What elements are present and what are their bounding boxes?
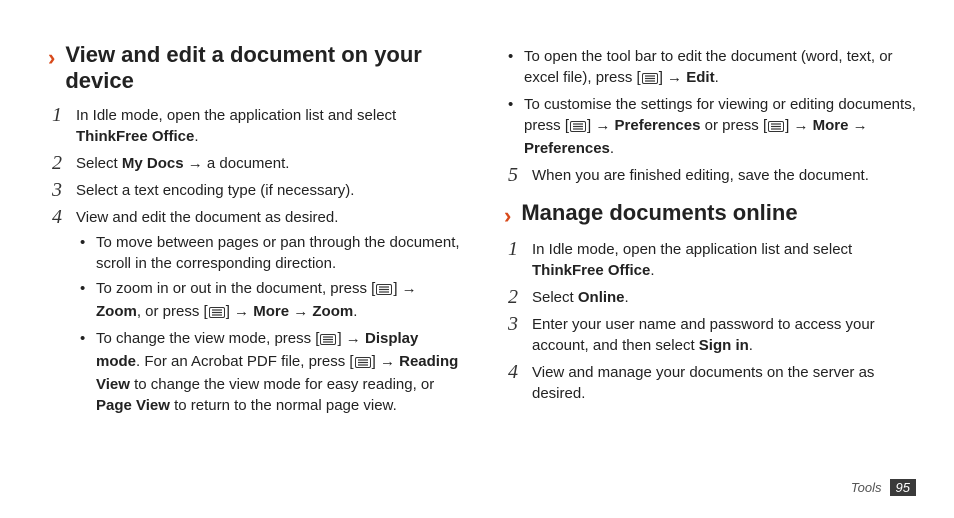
menu-icon <box>355 353 371 374</box>
bullet-item: •To customise the settings for viewing o… <box>508 94 916 159</box>
step-number: 3 <box>504 313 518 335</box>
chevron-icon: › <box>48 45 55 71</box>
menu-icon <box>320 330 336 351</box>
bullet-item: •To change the view mode, press [] → Dis… <box>80 328 460 416</box>
step-body: In Idle mode, open the application list … <box>76 105 460 147</box>
chevron-icon: › <box>504 203 511 229</box>
bullet-text: To open the tool bar to edit the documen… <box>524 46 916 90</box>
bullet-text: To customise the settings for viewing or… <box>524 94 916 159</box>
step-item: 4 View and edit the document as desired.•… <box>48 207 460 420</box>
step-item: 4 View and manage your documents on the s… <box>504 362 916 404</box>
footer-page-number: 95 <box>890 479 916 496</box>
menu-icon <box>570 117 586 138</box>
bullet-text: To change the view mode, press [] → Disp… <box>96 328 460 416</box>
right-step5: 5 When you are finished editing, save the… <box>504 165 916 186</box>
step-body: View and manage your documents on the se… <box>532 362 916 404</box>
bullet-item: •To move between pages or pan through th… <box>80 232 460 274</box>
heading-text: Manage documents online <box>521 200 797 226</box>
step-item: 1 In Idle mode, open the application list… <box>504 239 916 281</box>
step-body: View and edit the document as desired.•T… <box>76 207 460 420</box>
columns: › View and edit a document on your devic… <box>48 40 916 430</box>
step-body: When you are finished editing, save the … <box>532 165 916 186</box>
step-item: 3 Enter your user name and password to ac… <box>504 314 916 356</box>
bullet-text: To zoom in or out in the document, press… <box>96 278 460 324</box>
step-number: 2 <box>48 152 62 174</box>
bullet-item: •To open the tool bar to edit the docume… <box>508 46 916 90</box>
step-number: 3 <box>48 179 62 201</box>
step-number: 2 <box>504 286 518 308</box>
step-body: In Idle mode, open the application list … <box>532 239 916 281</box>
section-heading: › Manage documents online <box>504 200 916 229</box>
bullet-dot-icon: • <box>80 278 88 324</box>
manual-page: › View and edit a document on your devic… <box>0 0 954 518</box>
footer-section: Tools <box>851 480 882 495</box>
left-steps: 1 In Idle mode, open the application list… <box>48 105 460 420</box>
right-bullets: •To open the tool bar to edit the docume… <box>504 46 916 159</box>
step-item: 5 When you are finished editing, save the… <box>504 165 916 186</box>
footer: Tools 95 <box>851 479 916 496</box>
bullet-dot-icon: • <box>508 46 516 90</box>
step-body: Enter your user name and password to acc… <box>532 314 916 356</box>
menu-icon <box>768 117 784 138</box>
step-number: 4 <box>48 206 62 228</box>
step-number: 5 <box>504 164 518 186</box>
step-number: 1 <box>48 104 62 126</box>
step-body: Select Online. <box>532 287 916 308</box>
step-item: 2 Select My Docs → a document. <box>48 153 460 174</box>
bullet-dot-icon: • <box>80 328 88 416</box>
right-steps: 1 In Idle mode, open the application list… <box>504 239 916 404</box>
step-item: 1 In Idle mode, open the application list… <box>48 105 460 147</box>
menu-icon <box>376 280 392 301</box>
bullet-dot-icon: • <box>508 94 516 159</box>
step-body: Select My Docs → a document. <box>76 153 460 174</box>
section-heading: › View and edit a document on your devic… <box>48 42 460 95</box>
step-number: 4 <box>504 361 518 383</box>
bullet-text: To move between pages or pan through the… <box>96 232 460 274</box>
step-body: Select a text encoding type (if necessar… <box>76 180 460 201</box>
step-number: 1 <box>504 238 518 260</box>
bullet-dot-icon: • <box>80 232 88 274</box>
bullet-list: •To move between pages or pan through th… <box>76 232 460 416</box>
step-item: 2 Select Online. <box>504 287 916 308</box>
step-item: 3 Select a text encoding type (if necessa… <box>48 180 460 201</box>
left-column: › View and edit a document on your devic… <box>48 40 460 430</box>
bullet-item: •To zoom in or out in the document, pres… <box>80 278 460 324</box>
menu-icon <box>209 303 225 324</box>
heading-text: View and edit a document on your device <box>65 42 460 95</box>
menu-icon <box>642 69 658 90</box>
right-column: •To open the tool bar to edit the docume… <box>504 40 916 430</box>
